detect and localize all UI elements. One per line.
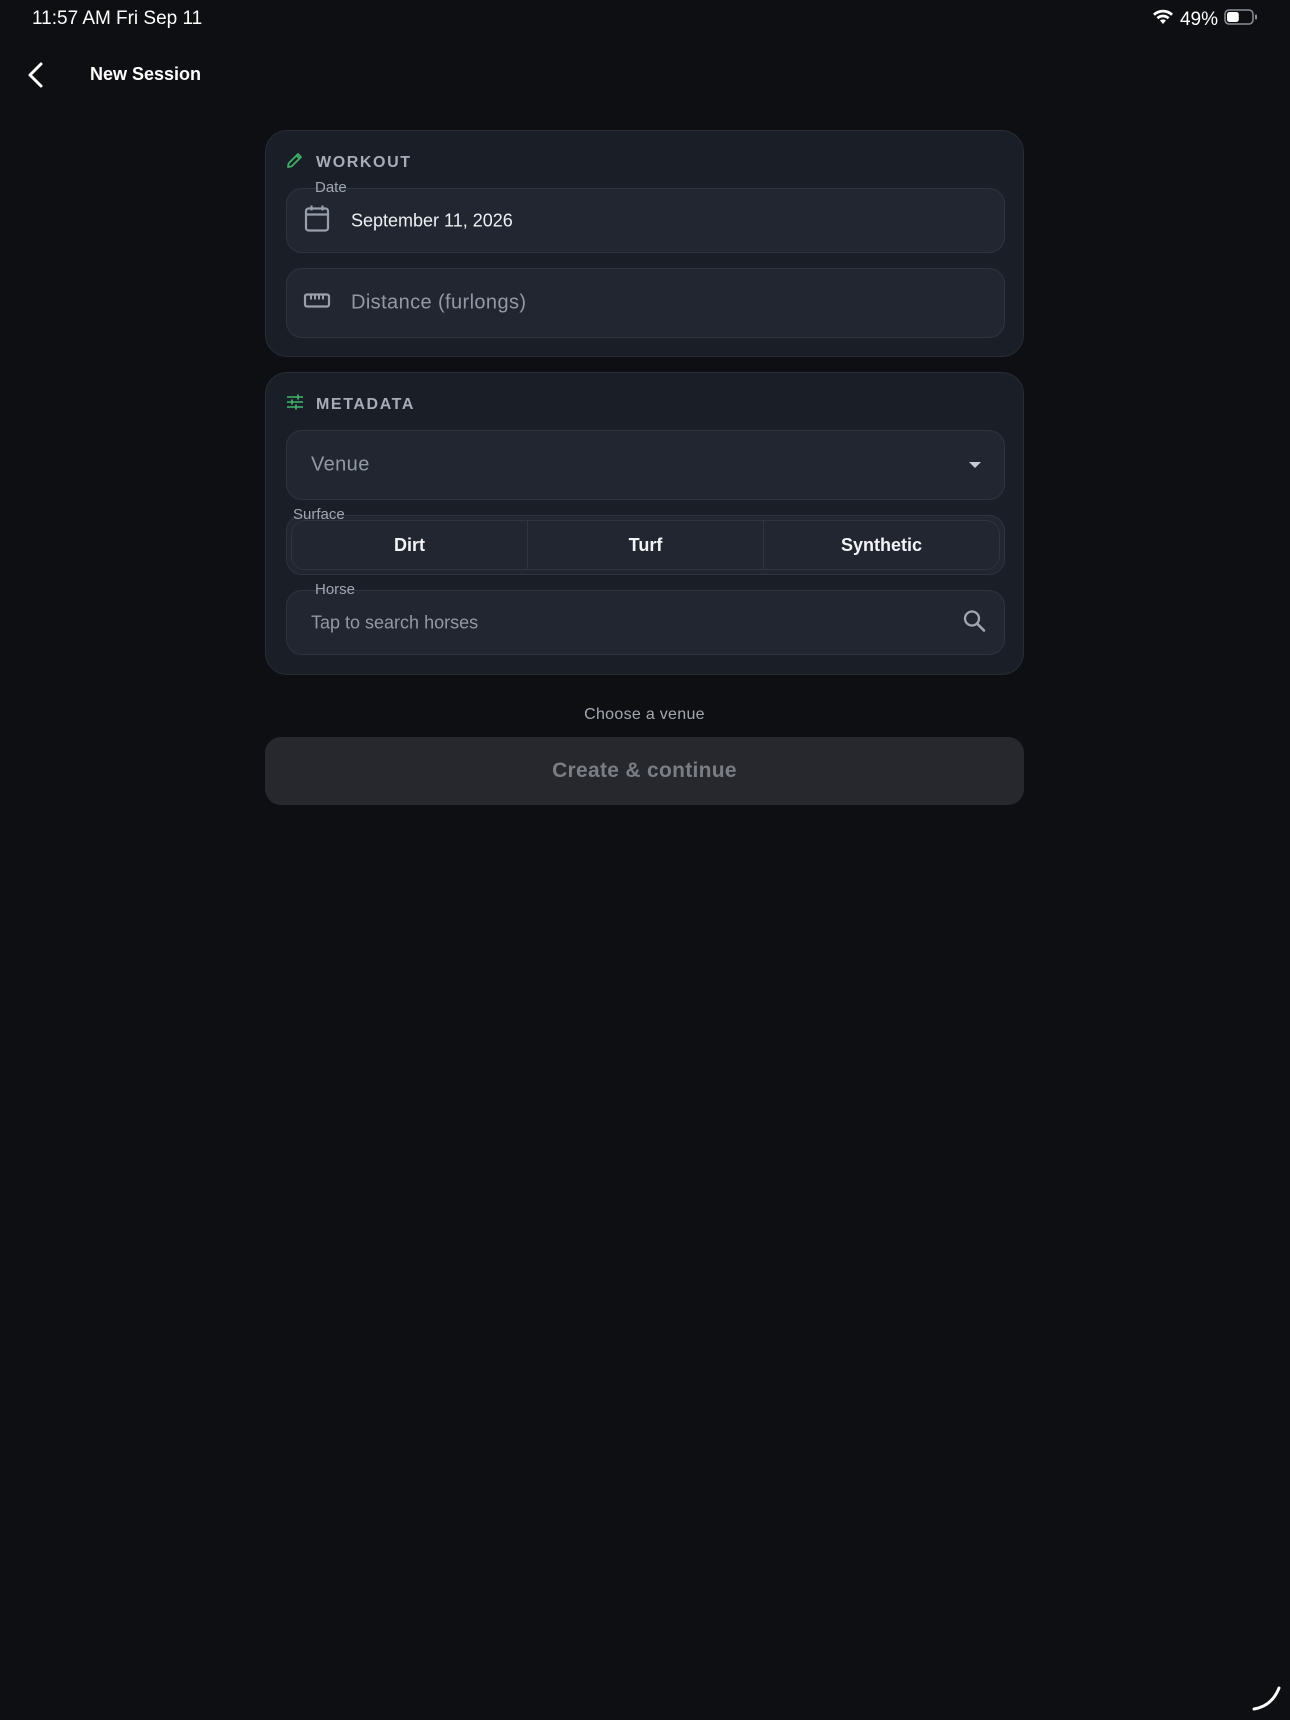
surface-segmented-control: Surface Dirt Turf Synthetic — [286, 507, 1005, 575]
create-continue-button[interactable]: Create & continue — [265, 737, 1024, 805]
calendar-icon — [303, 203, 331, 238]
distance-input[interactable]: Distance (furlongs) — [286, 268, 1005, 338]
surface-option-dirt[interactable]: Dirt — [292, 521, 528, 569]
workout-card: WORKOUT Date September 11, 2026 Distance… — [265, 130, 1024, 357]
status-indicators: 49% — [1152, 9, 1258, 31]
battery-percent: 49% — [1179, 9, 1218, 30]
workout-title: WORKOUT — [316, 153, 412, 171]
date-value: September 11, 2026 — [351, 210, 513, 230]
date-field[interactable]: Date September 11, 2026 — [286, 180, 1005, 253]
status-time: 11:57 AM — [32, 8, 111, 29]
horse-label: Horse — [315, 581, 356, 598]
distance-placeholder: Distance (furlongs) — [351, 291, 527, 314]
status-date: Fri Sep 11 — [116, 8, 203, 29]
horse-search-field[interactable]: Horse Tap to search horses — [286, 582, 1005, 655]
nav-bar: New Session — [0, 50, 1290, 100]
sliders-icon — [286, 393, 304, 416]
back-button[interactable] — [22, 60, 52, 90]
venue-hint: Choose a venue — [584, 706, 705, 723]
venue-select[interactable]: Venue — [286, 430, 1005, 500]
workout-header: WORKOUT — [286, 151, 412, 174]
search-icon[interactable] — [962, 608, 986, 637]
battery-icon — [1224, 9, 1258, 31]
date-label: Date — [315, 179, 347, 196]
venue-placeholder: Venue — [311, 453, 370, 476]
status-bar: 11:57 AM Fri Sep 11 49% — [0, 0, 1290, 40]
corner-gesture-icon — [1252, 1682, 1282, 1712]
surface-options: Dirt Turf Synthetic — [291, 520, 1000, 570]
page-title: New Session — [90, 64, 202, 84]
metadata-header: METADATA — [286, 393, 415, 416]
ruler-icon — [303, 291, 331, 316]
chevron-left-icon — [28, 62, 43, 88]
wifi-icon — [1152, 9, 1174, 31]
metadata-title: METADATA — [316, 395, 416, 413]
dropdown-arrow-icon — [968, 456, 982, 474]
metadata-card: METADATA Venue Surface Dirt Turf Synthet… — [265, 372, 1024, 675]
horse-placeholder: Tap to search horses — [311, 612, 479, 632]
pencil-icon — [286, 151, 304, 174]
surface-option-synthetic[interactable]: Synthetic — [764, 521, 999, 569]
surface-option-turf[interactable]: Turf — [528, 521, 764, 569]
